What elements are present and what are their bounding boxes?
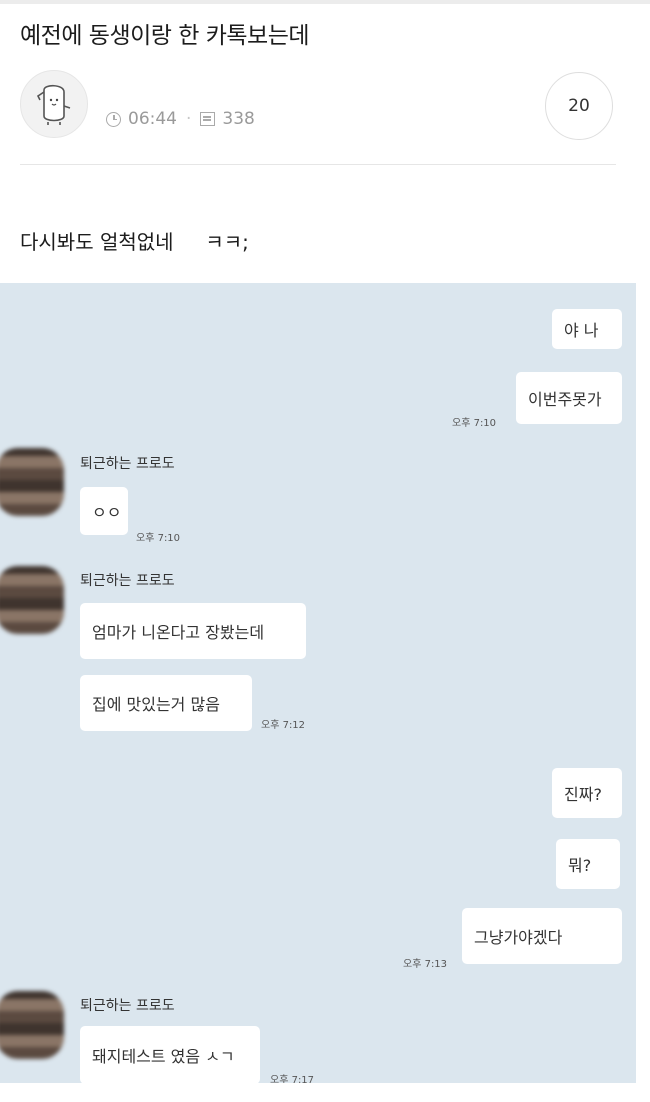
post-title: 예전에 동생이랑 한 카톡보는데 — [20, 23, 310, 49]
top-border — [0, 0, 650, 4]
message-bubble: ㅇㅇ — [80, 487, 128, 535]
message-time: 오후 7:10 — [136, 533, 181, 544]
message-text: ㅇㅇ — [92, 503, 122, 522]
message-bubble: 진짜? — [552, 768, 622, 818]
sender-name: 퇴근하는 프로도 — [80, 998, 175, 1014]
message-time: 오후 7:12 — [261, 720, 306, 731]
sender-name: 퇴근하는 프로도 — [80, 573, 175, 589]
views-icon — [200, 112, 216, 126]
post-time: 06:44 — [128, 109, 177, 129]
profile-picture-blurred[interactable] — [0, 566, 64, 634]
message-bubble: 그냥가야겠다 — [462, 908, 622, 964]
author-avatar[interactable] — [20, 70, 88, 138]
message-time: 오후 7:13 — [403, 959, 448, 970]
message-text: 진짜? — [564, 785, 602, 804]
post-views: 338 — [222, 109, 255, 129]
message-text: 집에 맛있는거 많음 — [92, 695, 220, 714]
clock-icon — [106, 111, 121, 127]
divider — [20, 164, 616, 165]
ghost-character-icon — [36, 84, 71, 125]
meta-separator: · — [186, 109, 192, 129]
message-text: 돼지테스트 였음 ㅅㄱ — [92, 1047, 235, 1066]
message-bubble: 집에 맛있는거 많음 — [80, 675, 252, 731]
message-text: 그냥가야겠다 — [474, 928, 563, 947]
post-body: 다시봐도 얼척없네 ㅋㅋ; — [20, 230, 249, 254]
message-bubble: 엄마가 니온다고 장봤는데 — [80, 603, 306, 659]
message-time: 오후 7:17 — [270, 1075, 315, 1083]
message-bubble: 돼지테스트 였음 ㅅㄱ — [80, 1026, 260, 1083]
message-bubble: 뭐? — [556, 839, 620, 889]
message-text: 엄마가 니온다고 장봤는데 — [92, 623, 265, 642]
message-time: 오후 7:10 — [452, 418, 497, 429]
message-text: 야 나 — [564, 321, 599, 340]
profile-picture-blurred[interactable] — [0, 448, 64, 516]
message-text: 이번주못가 — [528, 390, 602, 409]
profile-picture-blurred[interactable] — [0, 991, 64, 1059]
message-text: 뭐? — [568, 856, 592, 875]
sender-name: 퇴근하는 프로도 — [80, 456, 175, 472]
post-meta: 06:44 · 338 — [106, 109, 255, 129]
message-bubble: 야 나 — [552, 309, 622, 349]
comment-count: 20 — [568, 96, 590, 116]
message-bubble: 이번주못가 — [516, 372, 622, 424]
comment-count-button[interactable]: 20 — [545, 72, 613, 140]
chat-screenshot: 야 나 이번주못가 오후 7:10 퇴근하는 프로도 ㅇㅇ 오후 7:10 퇴근… — [0, 283, 636, 1083]
